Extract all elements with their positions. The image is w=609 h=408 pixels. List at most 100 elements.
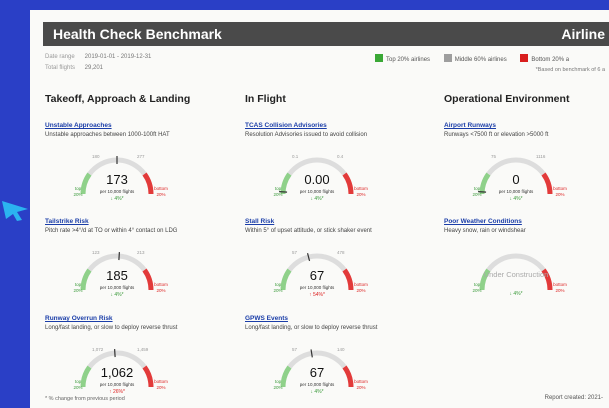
gauge: 57 140 67 per 10,000 flights ↓ 4%* top 20% bott…	[245, 331, 420, 408]
gauge-tick-high: 478	[337, 250, 345, 255]
gauge-top-label: top 20%	[71, 379, 85, 391]
column-title: In Flight	[245, 93, 286, 105]
report-created: Report created: 2021-	[544, 395, 603, 401]
date-range-label: Date range	[45, 54, 75, 60]
legend-swatch-top	[375, 54, 383, 62]
bottom-pct-text: 20%	[555, 192, 565, 197]
gauge-top-label: top 20%	[271, 186, 285, 198]
top-pct-text: 20%	[73, 192, 83, 197]
gauge-top-label: top 20%	[470, 282, 484, 294]
bottom-pct-text: 20%	[356, 288, 366, 293]
metric-name-link[interactable]: GPWS Events	[245, 315, 420, 322]
metric-name-link[interactable]: TCAS Collision Advisories	[245, 122, 420, 129]
gauge-tick-low: 57	[292, 347, 298, 352]
gauge: 57 478 67 per 10,000 flights ↑ 54%* top 20% bot…	[245, 234, 420, 322]
total-flights-value: 29,201	[84, 65, 104, 71]
legend-item-middle: Middle 60% airlines	[443, 54, 507, 63]
total-flights: Total flights 29,201	[45, 65, 103, 71]
metric-card: Runway Overrun Risk Long/fast landing, or…	[45, 315, 220, 408]
metric-name-link[interactable]: Unstable Approaches	[45, 122, 220, 129]
metric-value: 185	[106, 268, 128, 283]
gauge-segment-middle	[486, 253, 546, 272]
top-pct-text: 20%	[472, 288, 482, 293]
metric-value: 67	[309, 365, 325, 380]
metric-card: TCAS Collision Advisories Resolution Advi…	[245, 122, 420, 227]
gauge-bottom-label: bottom 20%	[351, 379, 371, 391]
metric-value: 0	[512, 172, 520, 187]
gauge-tick-low: 0.1	[292, 154, 299, 159]
metric-card: Poor Weather Conditions Heavy snow, rain …	[444, 218, 609, 323]
top-pct-text: 20%	[273, 288, 283, 293]
column-title: Takeoff, Approach & Landing	[45, 93, 191, 105]
gauge-bottom-label: bottom 20%	[151, 282, 171, 294]
top-pct-text: 20%	[273, 385, 283, 390]
gauge-needle	[310, 349, 313, 358]
metric-value: 173	[106, 172, 128, 187]
gauge-tick-high: 213	[137, 250, 145, 255]
gauge-tick-low: 123	[92, 250, 100, 255]
footnote: * % change from previous period	[45, 396, 125, 402]
metric-name-link[interactable]: Airport Runways	[444, 122, 609, 129]
gauge-tick-low: 180	[92, 154, 100, 159]
bottom-pct-text: 20%	[156, 385, 166, 390]
gauge-top-label: top 20%	[271, 379, 285, 391]
legend: Top 20% airlines Middle 60% airlines Bot…	[375, 54, 581, 63]
metric-name-link[interactable]: Stall Risk	[245, 218, 420, 225]
metric-name-link[interactable]: Poor Weather Conditions	[444, 218, 609, 225]
gauge-tick-low: 75	[491, 154, 497, 159]
gauge-bottom-label: bottom 20%	[351, 282, 371, 294]
metric-card: Tailstrike Risk Pitch rate >4°/d at TO or…	[45, 218, 220, 323]
gauge: 75 1116 0 per 10,000 flights ↓ 4%* top 20% bott…	[444, 138, 609, 226]
metric-name-link[interactable]: Tailstrike Risk	[45, 218, 220, 225]
metric-name-link[interactable]: Runway Overrun Risk	[45, 315, 220, 322]
top-pct-text: 20%	[472, 192, 482, 197]
metric-value: 0.00	[304, 172, 330, 187]
gauge: Under Construction ↓ 4%* top 20% bottom 20%	[444, 234, 609, 322]
legend-swatch-middle	[443, 54, 452, 62]
metric-card: Airport Runways Runways <7500 ft or eleva…	[444, 122, 609, 227]
gauge-top-label: top 20%	[71, 186, 85, 198]
legend-item-top: Top 20% airlines	[375, 54, 430, 63]
bottom-pct-text: 20%	[156, 192, 166, 197]
gauge-bottom-label: bottom 20%	[550, 186, 570, 198]
gauge: 123 213 185 per 10,000 flights ↓ 4%* top 20% bo…	[45, 234, 220, 322]
legend-swatch-bottom	[520, 54, 529, 62]
date-range-value: 2019-01-01 - 2019-12-31	[84, 54, 152, 60]
metric-value: 1,062	[100, 365, 134, 380]
gauge-tick-high: 140	[337, 347, 345, 352]
total-flights-label: Total flights	[45, 65, 76, 71]
bottom-pct-text: 20%	[356, 192, 366, 197]
gauge: 180 277 173 per 10,000 flights ↓ 4%* top 20% bo…	[45, 138, 220, 226]
date-range: Date range 2019-01-01 - 2019-12-31	[45, 54, 151, 60]
bottom-pct-text: 20%	[156, 288, 166, 293]
gauge-tick-high: 0.4	[337, 154, 344, 159]
gauge-needle	[118, 252, 120, 261]
gauge-bottom-label: bottom 20%	[151, 379, 171, 391]
pointer-arrow-icon	[2, 201, 28, 221]
gauge-tick-low: 1,072	[92, 347, 104, 352]
benchmark-note: *Based on benchmark of 6 a	[535, 67, 605, 73]
gauge-tick-high: 277	[137, 154, 145, 159]
gauge-tick-low: 57	[292, 250, 298, 255]
metric-card: Unstable Approaches Unstable approaches b…	[45, 122, 220, 227]
top-pct-text: 20%	[73, 385, 83, 390]
column-title: Operational Environment	[444, 93, 570, 105]
gauge-top-label: top 20%	[71, 282, 85, 294]
gauge-top-label: top 20%	[271, 282, 285, 294]
legend-item-bottom: Bottom 20% a	[520, 54, 569, 63]
top-pct-text: 20%	[73, 288, 83, 293]
report-title: Health Check Benchmark	[53, 26, 222, 42]
report-header: Health Check Benchmark Airline	[43, 22, 609, 46]
bottom-pct-text: 20%	[555, 288, 565, 293]
gauge-top-label: top 20%	[470, 186, 484, 198]
under-construction-label: Under Construction	[483, 270, 549, 279]
gauge-bottom-label: bottom 20%	[151, 186, 171, 198]
gauge-bottom-label: bottom 20%	[550, 282, 570, 294]
bottom-pct-text: 20%	[356, 385, 366, 390]
gauge-needle	[114, 349, 116, 358]
metric-value: 67	[309, 268, 325, 283]
metric-card: GPWS Events Long/fast landing, or slow to…	[245, 315, 420, 408]
gauge-tick-high: 1,459	[137, 347, 149, 352]
airline-name: Airline	[561, 26, 605, 42]
gauge: 0.1 0.4 0.00 per 10,000 flights ↓ 4%* top 20% b…	[245, 138, 420, 226]
